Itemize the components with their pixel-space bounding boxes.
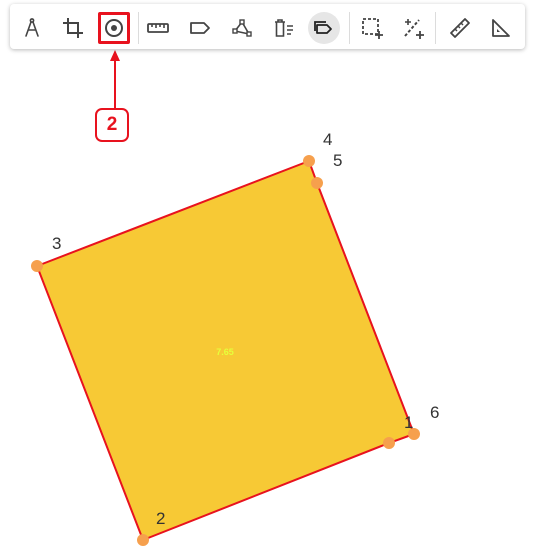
- vertex-label-3: 3: [52, 234, 61, 253]
- polygon-tag-tool-button[interactable]: [308, 12, 340, 44]
- polyline-tool-button[interactable]: [226, 12, 258, 44]
- rect-select-add-icon: [362, 18, 383, 39]
- vertex-label-1: 1: [404, 413, 413, 432]
- vertex-label-4: 4: [323, 130, 332, 149]
- target-point-icon: [105, 19, 123, 37]
- vertex-handle-6[interactable]: [383, 437, 395, 449]
- measure-tool-button[interactable]: [444, 12, 476, 44]
- toolbar-divider: [349, 12, 350, 44]
- ruler-icon: [147, 23, 169, 33]
- vertex-label-5: 5: [333, 151, 342, 170]
- compass-icon: [25, 18, 39, 37]
- slash-add-tool-button[interactable]: [397, 12, 429, 44]
- vertex-handle-3[interactable]: [31, 260, 43, 272]
- polygon-tag-icon: [314, 21, 332, 34]
- rect-select-add-tool-button[interactable]: [356, 12, 388, 44]
- crop-tool-button[interactable]: [57, 12, 89, 44]
- label-tool-button[interactable]: [184, 12, 216, 44]
- vertex-label-6: 6: [430, 403, 439, 422]
- toolbar-divider: [138, 12, 139, 44]
- delete-list-icon: [275, 19, 293, 37]
- vertex-handle-2[interactable]: [137, 534, 149, 546]
- vertex-label-2: 2: [156, 509, 165, 528]
- label-tag-icon: [190, 22, 210, 34]
- polyline-icon: [232, 19, 252, 37]
- step-number-badge: 2: [95, 108, 129, 142]
- vertex-handle-4[interactable]: [303, 155, 315, 167]
- point-tool-button[interactable]: [98, 12, 130, 44]
- measure-ruler-icon: [450, 18, 470, 38]
- toolbar: [10, 4, 525, 49]
- crop-icon: [63, 18, 83, 38]
- delete-list-tool-button[interactable]: [268, 12, 300, 44]
- drawing-canvas[interactable]: 7.65 1 6 2 3 4 5: [0, 0, 533, 551]
- set-square-icon: [492, 19, 510, 37]
- polygon-area-label: 7.65: [216, 347, 234, 357]
- toolbar-divider: [435, 12, 436, 44]
- angle-tool-button[interactable]: [485, 12, 517, 44]
- vertex-handle-5[interactable]: [311, 177, 323, 189]
- slash-add-icon: [404, 19, 424, 39]
- app-stage: 7.65 1 6 2 3 4 5 2: [0, 0, 533, 551]
- compass-tool-button[interactable]: [16, 12, 48, 44]
- annotation-arrow-head: [110, 50, 120, 61]
- ruler-tool-button[interactable]: [142, 12, 174, 44]
